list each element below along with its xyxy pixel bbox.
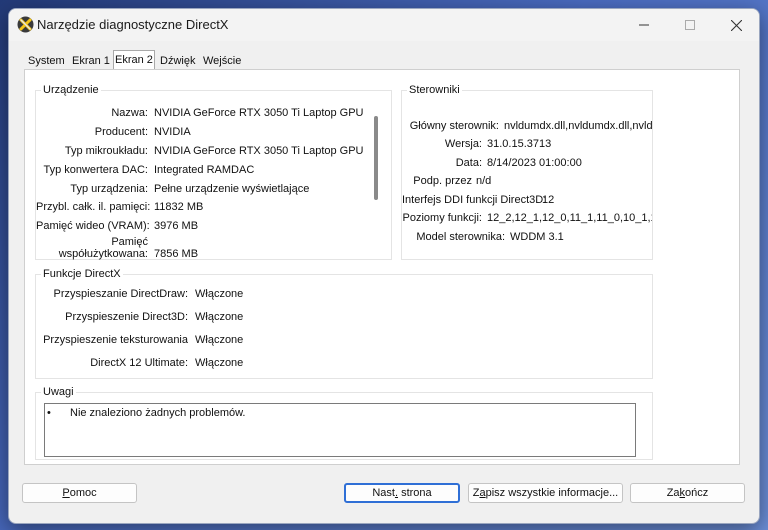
name-value: NVIDIA GeForce RTX 3050 Ti Laptop GPU xyxy=(154,107,364,119)
help-button[interactable]: Pomoc xyxy=(22,483,137,503)
minimize-icon xyxy=(639,24,649,26)
name-label: Nazwa: xyxy=(111,107,148,119)
version-value: 31.0.15.3713 xyxy=(487,138,552,150)
shared-memory-value: 7856 MB xyxy=(154,248,199,260)
notes-title: Uwagi xyxy=(41,386,76,399)
directx-diag-window: Narzędzie diagnostyczne DirectX System E… xyxy=(8,8,760,524)
minimize-button[interactable] xyxy=(621,9,667,41)
date-label: Data: xyxy=(455,157,482,169)
close-icon xyxy=(730,19,742,31)
directx-features-group: Funkcje DirectX Przyspieszanie DirectDra… xyxy=(35,268,653,379)
main-driver-label: Główny sterownik: xyxy=(409,120,499,132)
signed-by-label: Podp. przez xyxy=(413,175,472,187)
notes-text: Nie znaleziono żadnych problemów. xyxy=(70,407,246,419)
tab-display-2[interactable]: Ekran 2 xyxy=(113,50,155,69)
notes-bullet: • xyxy=(47,407,51,419)
manufacturer-value: NVIDIA xyxy=(154,126,191,138)
title-bar[interactable]: Narzędzie diagnostyczne DirectX xyxy=(9,9,759,41)
device-type-value: Pełne urządzenie wyświetlające xyxy=(154,183,310,195)
device-group-title: Urządzenie xyxy=(41,84,101,97)
ddi-value: 12 xyxy=(542,194,555,206)
dx12-ultimate-label: DirectX 12 Ultimate: xyxy=(90,357,188,369)
directx-features-title: Funkcje DirectX xyxy=(41,268,123,281)
main-driver-value: nvldumdx.dll,nvldumdx.dll,nvldum xyxy=(504,120,652,132)
tab-display-1[interactable]: Ekran 1 xyxy=(70,52,112,69)
next-page-label-pre: Nast xyxy=(372,487,395,499)
direct3d-label: Przyspieszenie Direct3D: xyxy=(65,311,188,323)
signed-by-value: n/d xyxy=(476,175,492,187)
tab-panel: Urządzenie Nazwa: NVIDIA GeForce RTX 305… xyxy=(24,69,740,465)
help-button-label: omoc xyxy=(69,487,97,499)
next-page-button[interactable]: Nast. strona xyxy=(344,483,460,503)
directx-icon xyxy=(17,16,34,33)
version-label: Wersja: xyxy=(444,138,482,150)
vram-label: Pamięć wideo (VRAM): xyxy=(36,220,150,232)
direct3d-value: Włączone xyxy=(195,311,244,323)
vram-value: 3976 MB xyxy=(154,220,199,232)
ddi-label: Interfejs DDI funkcji Direct3D: xyxy=(402,194,547,206)
chip-type-label: Typ mikroukładu: xyxy=(64,145,148,157)
feature-levels-value: 12_2,12_1,12_0,11_1,11_0,10_1,10_ xyxy=(487,212,652,224)
tab-sound[interactable]: Dźwięk xyxy=(158,52,197,69)
shared-memory-label-2: współużytkowana: xyxy=(58,248,148,260)
date-value: 8/14/2023 01:00:00 xyxy=(487,157,582,169)
directdraw-value: Włączone xyxy=(195,288,244,300)
dx12-ultimate-value: Włączone xyxy=(195,357,244,369)
total-memory-value: 11832 MB xyxy=(154,201,204,213)
texture-label: Przyspieszenie teksturowania xyxy=(43,334,188,346)
next-page-label-rest: strona xyxy=(398,487,432,499)
device-scrollbar[interactable] xyxy=(374,116,378,200)
close-button[interactable] xyxy=(713,9,759,41)
dac-type-label: Typ konwertera DAC: xyxy=(43,164,148,176)
maximize-button[interactable] xyxy=(667,9,713,41)
device-type-label: Typ urządzenia: xyxy=(70,183,148,195)
notes-group: Uwagi • Nie znaleziono żadnych problemów… xyxy=(35,386,653,460)
total-memory-label: Przybl. całk. il. pamięci: xyxy=(36,201,151,213)
chip-type-value: NVIDIA GeForce RTX 3050 Ti Laptop GPU xyxy=(154,145,364,157)
drivers-group: Sterowniki Główny sterownik: nvldumdx.dl… xyxy=(401,84,653,260)
texture-value: Włączone xyxy=(195,334,244,346)
directdraw-label: Przyspieszanie DirectDraw: xyxy=(53,288,188,300)
save-label-rest: pisz wszystkie informacje... xyxy=(485,487,619,499)
help-button-mnemonic: P xyxy=(62,487,70,499)
driver-model-label: Model sterownika: xyxy=(416,231,505,243)
notes-textbox[interactable]: • Nie znaleziono żadnych problemów. xyxy=(44,403,636,457)
device-group: Urządzenie Nazwa: NVIDIA GeForce RTX 305… xyxy=(35,84,392,260)
exit-label-rest: ończ xyxy=(685,487,709,499)
driver-model-value: WDDM 3.1 xyxy=(510,231,564,243)
exit-label-pre: Za xyxy=(666,487,680,499)
drivers-group-title: Sterowniki xyxy=(407,84,462,97)
feature-levels-label: Poziomy funkcji: xyxy=(402,212,482,224)
tab-input[interactable]: Wejście xyxy=(201,52,243,69)
manufacturer-label: Producent: xyxy=(94,126,148,138)
tab-system[interactable]: System xyxy=(26,52,67,69)
save-all-info-button[interactable]: Zapisz wszystkie informacje... xyxy=(468,483,623,503)
dac-type-value: Integrated RAMDAC xyxy=(154,164,255,176)
exit-button[interactable]: Zakończ xyxy=(630,483,745,503)
window-title: Narzędzie diagnostyczne DirectX xyxy=(37,17,229,32)
maximize-icon xyxy=(685,20,695,30)
